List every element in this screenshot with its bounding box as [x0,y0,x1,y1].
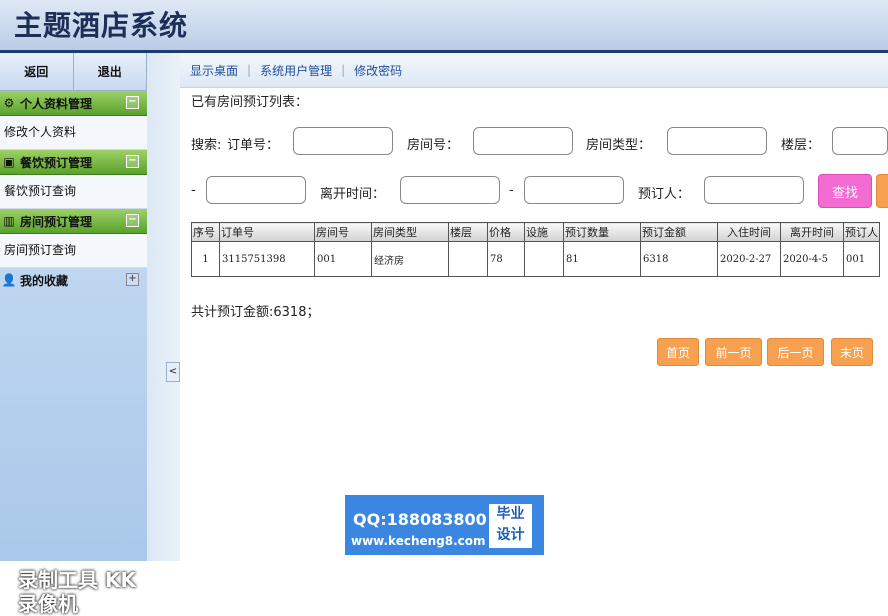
table-cell: 经济房 [371,241,449,277]
sidebar-item-dining-query[interactable]: 餐饮预订查询 [0,175,147,209]
app-title: 主题酒店系统 [14,9,189,42]
order-no-input[interactable] [293,127,393,155]
table-cell: 3115751398 [219,241,315,277]
table-cell: 1 [191,241,220,277]
promo-qq: QQ:188083800 [353,510,487,529]
room-type-label: 房间类型： [586,138,652,153]
col-header: 订单号 [219,222,315,242]
prev-page-button[interactable]: 前一页 [705,338,762,366]
logout-button[interactable]: 退出 [73,53,147,90]
promo-badge-line1: 毕业 [496,506,525,522]
sidebar-item-edit-profile[interactable]: 修改个人资料 [0,116,147,150]
booker-label: 预订人： [638,187,691,202]
building-icon: ▥ [3,214,15,228]
col-header: 房间类型 [371,222,449,242]
group-profile-label: 个人资料管理 [20,96,93,111]
table-cell: 81 [563,241,641,277]
col-header: 房间号 [314,222,372,242]
range-dash: - [509,183,514,198]
floor-label: 楼层： [781,138,821,153]
group-profile-header[interactable]: ⚙ 个人资料管理 − [0,91,147,116]
group-dining-label: 餐饮预订管理 [20,155,93,170]
sidebar-gutter [147,53,180,561]
order-no-label: 订单号： [227,138,280,153]
table-cell: 6318 [640,241,718,277]
table-header-row: 序号 订单号 房间号 房间类型 楼层 价格 设施 预订数量 预订金额 入住时间 … [191,222,880,242]
group-dining-header[interactable]: ▣ 餐饮预订管理 − [0,150,147,175]
col-header: 离开时间 [780,222,844,242]
floor-input[interactable] [832,127,888,155]
room-no-input[interactable] [473,127,573,155]
main-content: 显示桌面 | 系统用户管理 | 修改密码 已有房间预订列表： 搜索: 订单号： … [180,53,888,561]
col-header: 预订人 [843,222,880,242]
promo-badge-line2: 设计 [496,527,525,543]
nav-show-desktop[interactable]: 显示桌面 [190,62,238,79]
checkin-end-input[interactable] [206,176,306,204]
nav-system-users[interactable]: 系统用户管理 [260,62,332,79]
table-cell [448,241,488,277]
monitor-icon: ▣ [3,155,15,169]
leave-time-end-input[interactable] [524,176,624,204]
table-cell: 001 [843,241,880,277]
collapse-toggle-icon[interactable]: − [126,155,139,168]
promo-site: www.kecheng8.com [351,534,486,548]
room-no-label: 房间号： [407,138,460,153]
table-cell [524,241,564,277]
nav-separator: | [247,63,252,77]
reset-button[interactable] [876,174,888,208]
table-row: 1 3115751398 001 经济房 78 81 6318 2020-2-2… [191,241,880,277]
sidebar-top-buttons: 返回 退出 [0,53,147,91]
app-header: 主题酒店系统 [0,0,888,53]
range-dash: - [191,183,196,198]
room-type-input[interactable] [667,127,767,155]
col-header: 价格 [487,222,525,242]
sidebar: 返回 退出 ⚙ 个人资料管理 − 修改个人资料 ▣ 餐饮预订管理 − 餐饮预订查… [0,53,148,616]
leave-time-start-input[interactable] [400,176,500,204]
table-cell: 78 [487,241,525,277]
leave-time-label: 离开时间： [320,187,386,202]
collapse-toggle-icon[interactable]: − [126,96,139,109]
group-favorites-label: 我的收藏 [20,273,69,288]
collapse-sidebar-icon[interactable]: < [166,362,180,382]
gear-icon: ⚙ [3,96,15,110]
promo-badge: 毕业 设计 [489,504,532,548]
top-nav: 显示桌面 | 系统用户管理 | 修改密码 [180,53,888,88]
booker-input[interactable] [704,176,804,204]
back-button[interactable]: 返回 [0,53,74,90]
table-cell: 001 [314,241,372,277]
group-room-label: 房间预订管理 [20,214,93,229]
promo-overlay: QQ:188083800 www.kecheng8.com 毕业 设计 [345,495,544,555]
next-page-button[interactable]: 后一页 [767,338,824,366]
table-cell: 2020-2-27 [717,241,781,277]
search-button[interactable]: 查找 [818,174,872,208]
col-header: 序号 [191,222,220,242]
col-header: 预订金额 [640,222,718,242]
group-room-header[interactable]: ▥ 房间预订管理 − [0,209,147,234]
table-cell: 2020-4-5 [780,241,844,277]
nav-separator: | [341,63,346,77]
search-prefix-label: 搜索: [191,138,222,153]
expand-toggle-icon[interactable]: + [126,273,139,286]
total-amount: 共计预订金额:6318； [191,305,320,320]
nav-change-password[interactable]: 修改密码 [354,62,402,79]
orders-table: 序号 订单号 房间号 房间类型 楼层 价格 设施 预订数量 预订金额 入住时间 … [191,222,880,277]
user-icon: 👤 [1,273,17,287]
sidebar-item-room-query[interactable]: 房间预订查询 [0,234,147,268]
col-header: 入住时间 [717,222,781,242]
col-header: 楼层 [448,222,488,242]
col-header: 预订数量 [563,222,641,242]
list-title: 已有房间预订列表： [191,95,309,110]
last-page-button[interactable]: 末页 [831,338,873,366]
col-header: 设施 [524,222,564,242]
group-favorites-header[interactable]: 👤 我的收藏 + [0,268,147,292]
collapse-toggle-icon[interactable]: − [126,214,139,227]
first-page-button[interactable]: 首页 [657,338,699,366]
recorder-watermark: 录制工具 KK录像机 [18,568,136,616]
